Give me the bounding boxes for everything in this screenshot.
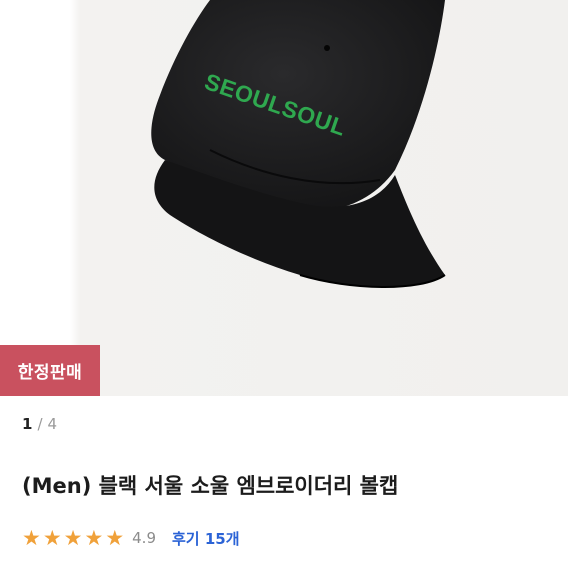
star-icon: ★ <box>63 525 83 550</box>
star-icon: ★ <box>42 525 62 550</box>
image-pager: 1/4 <box>22 415 57 433</box>
star-icon: ★ <box>105 525 125 550</box>
star-rating: ★ ★ ★ ★ ★ <box>22 525 126 550</box>
review-count-link[interactable]: 후기 15개 <box>172 528 240 549</box>
cap-illustration: SEOULSOUL <box>151 0 446 288</box>
product-image[interactable]: SEOULSOUL 한정판매 <box>0 0 568 396</box>
star-icon: ★ <box>84 525 104 550</box>
product-title: (Men) 블랙 서울 소울 엠브로이더리 볼캡 <box>22 474 399 498</box>
pager-total: 4 <box>47 415 58 433</box>
rating-score: 4.9 <box>132 529 156 547</box>
star-icon: ★ <box>22 525 41 550</box>
limited-sale-badge: 한정판매 <box>0 345 100 396</box>
pager-separator: / <box>37 415 43 433</box>
rating-row: ★ ★ ★ ★ ★ 4.9 후기 15개 <box>22 526 240 550</box>
pager-current: 1 <box>22 415 33 433</box>
